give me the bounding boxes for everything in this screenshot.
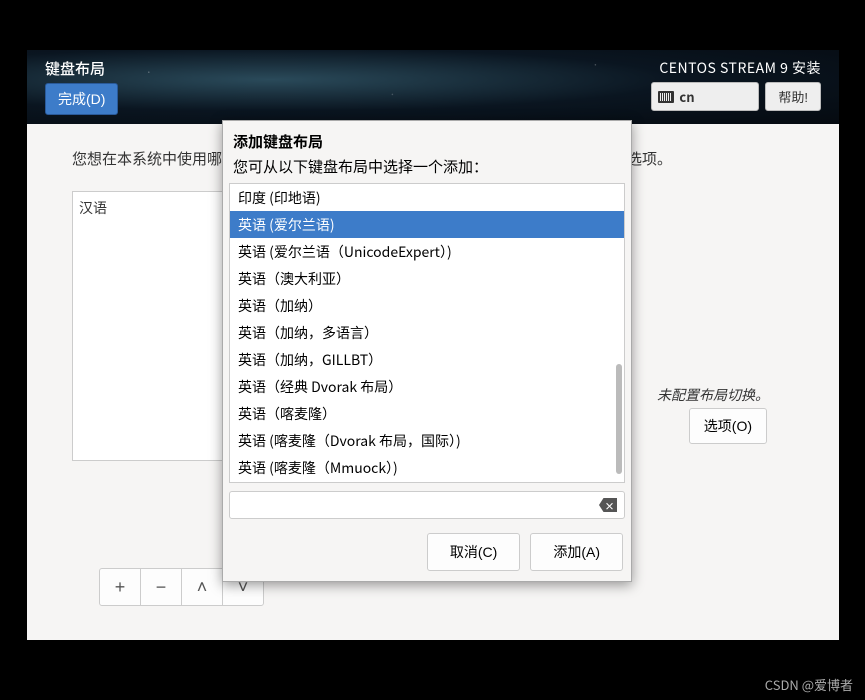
dialog-header: 添加键盘布局 (223, 121, 631, 156)
list-item[interactable]: 英语（喀麦隆） (230, 400, 624, 427)
dialog-title: 添加键盘布局 (233, 131, 621, 152)
list-item[interactable]: 英语（可切换乘/除布局） (230, 481, 624, 483)
help-button[interactable]: 帮助! (765, 82, 821, 111)
header-right: CENTOS STREAM 9 安装 cn 帮助! (651, 58, 821, 111)
options-button[interactable]: 选项(O) (689, 408, 767, 444)
header-bar: 键盘布局 完成(D) CENTOS STREAM 9 安装 cn 帮助! (27, 50, 839, 124)
list-item[interactable]: 英语 (爱尔兰语) (230, 211, 624, 238)
list-item[interactable]: 英语（加纳，多语言） (230, 319, 624, 346)
cancel-button[interactable]: 取消(C) (427, 533, 520, 571)
add-layout-button[interactable]: + (99, 568, 141, 606)
move-up-button[interactable]: ˄ (181, 568, 223, 606)
list-item[interactable]: 英语 (喀麦隆（Dvorak 布局，国际）) (230, 427, 624, 454)
dialog-subtitle: 您可从以下键盘布局中选择一个添加： (223, 156, 631, 183)
add-button[interactable]: 添加(A) (530, 533, 623, 571)
available-layouts-list[interactable]: 印度 (印地语) 英语 (爱尔兰语) 英语 (爱尔兰语（UnicodeExper… (229, 183, 625, 483)
list-item[interactable]: 英语（澳大利亚） (230, 265, 624, 292)
page-title: 键盘布局 (45, 58, 118, 79)
list-item[interactable]: 英语（加纳，GILLBT） (230, 346, 624, 373)
list-item[interactable]: 英语（经典 Dvorak 布局） (230, 373, 624, 400)
list-item[interactable]: 英语 (爱尔兰语（UnicodeExpert）) (230, 238, 624, 265)
list-item[interactable]: 英语 (喀麦隆（Mmuock）) (230, 454, 624, 481)
lang-code: cn (679, 87, 694, 106)
remove-layout-button[interactable]: − (140, 568, 182, 606)
search-row: × (229, 491, 625, 519)
done-button[interactable]: 完成(D) (45, 83, 118, 115)
watermark: CSDN @爱博者 (765, 675, 853, 694)
dialog-button-row: 取消(C) 添加(A) (223, 519, 631, 581)
list-item[interactable]: 英语（加纳） (230, 292, 624, 319)
installer-title: CENTOS STREAM 9 安装 (659, 58, 821, 78)
search-input[interactable] (229, 491, 625, 519)
add-layout-dialog: 添加键盘布局 您可从以下键盘布局中选择一个添加： 印度 (印地语) 英语 (爱尔… (222, 120, 632, 582)
header-left: 键盘布局 完成(D) (45, 58, 118, 115)
keyboard-indicator[interactable]: cn (651, 82, 759, 111)
list-scrollbar[interactable] (616, 364, 622, 474)
keyboard-icon (658, 91, 674, 103)
layout-switch-status: 未配置布局切换。 (657, 385, 769, 405)
header-controls: cn 帮助! (651, 82, 821, 111)
list-item[interactable]: 印度 (印地语) (230, 184, 624, 211)
